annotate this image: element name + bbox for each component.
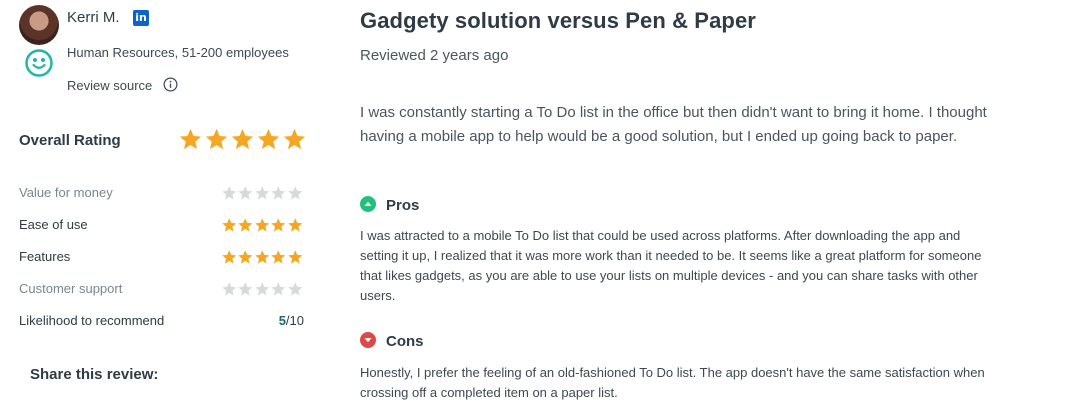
rating-stars-customer-support <box>221 281 304 298</box>
likelihood-label: Likelihood to recommend <box>19 313 165 328</box>
star-icon <box>221 186 236 200</box>
star-icon <box>254 186 269 200</box>
avatar <box>19 5 59 45</box>
pros-up-icon <box>360 196 376 212</box>
star-icon <box>254 282 269 296</box>
star-icon <box>231 128 254 150</box>
rating-stars-value-for-money <box>221 185 304 202</box>
linkedin-icon[interactable]: in <box>133 10 149 26</box>
rating-stars-ease-of-use <box>221 217 304 234</box>
star-icon <box>271 218 286 232</box>
review-date: Reviewed 2 years ago <box>360 47 509 64</box>
star-icon <box>238 218 253 232</box>
rating-label-customer-support: Customer support <box>19 281 123 296</box>
rating-stars-features <box>221 249 304 266</box>
cons-down-icon <box>360 332 376 348</box>
star-icon <box>271 282 286 296</box>
star-icon <box>287 186 302 200</box>
share-label: Share this review: <box>30 366 159 383</box>
star-icon <box>271 250 286 264</box>
rating-row-support: Customer support <box>19 281 304 299</box>
star-icon <box>287 218 302 232</box>
likelihood-score: 5/10 <box>278 313 304 328</box>
info-icon[interactable] <box>163 77 178 92</box>
star-icon <box>238 186 253 200</box>
pros-text: I was attracted to a mobile To Do list t… <box>360 228 982 303</box>
star-icon <box>238 282 253 296</box>
review-title: Gadgety solution versus Pen & Paper <box>360 8 756 33</box>
overall-rating-label: Overall Rating <box>19 132 121 149</box>
star-icon <box>221 282 236 296</box>
review-source-label: Review source <box>67 78 153 93</box>
star-icon <box>283 128 306 150</box>
smile-badge-icon <box>25 49 53 77</box>
star-icon <box>179 128 202 150</box>
reviewer-name[interactable]: Kerri M. <box>67 9 120 26</box>
star-icon <box>221 218 236 232</box>
star-icon <box>287 282 302 296</box>
rating-label-ease-of-use: Ease of use <box>19 217 88 232</box>
star-icon <box>221 250 236 264</box>
cons-text: Honestly, I prefer the feeling of an old… <box>360 365 985 400</box>
rating-row-value: Value for money <box>19 185 304 203</box>
star-icon <box>271 186 286 200</box>
star-icon <box>205 128 228 150</box>
pros-title: Pros <box>386 197 420 214</box>
rating-row-ease: Ease of use <box>19 217 304 235</box>
review-summary: I was constantly starting a To Do list i… <box>360 104 987 145</box>
rating-row-likelihood: Likelihood to recommend 5/10 <box>19 313 304 331</box>
cons-title: Cons <box>386 333 424 350</box>
overall-stars <box>178 127 307 155</box>
reviewer-meta: Human Resources, 51-200 employees <box>67 45 289 60</box>
rating-row-features: Features <box>19 249 304 267</box>
star-icon <box>287 250 302 264</box>
rating-label-value-for-money: Value for money <box>19 185 113 200</box>
star-icon <box>238 250 253 264</box>
rating-label-features: Features <box>19 249 71 264</box>
star-icon <box>257 128 280 150</box>
star-icon <box>254 250 269 264</box>
star-icon <box>254 218 269 232</box>
